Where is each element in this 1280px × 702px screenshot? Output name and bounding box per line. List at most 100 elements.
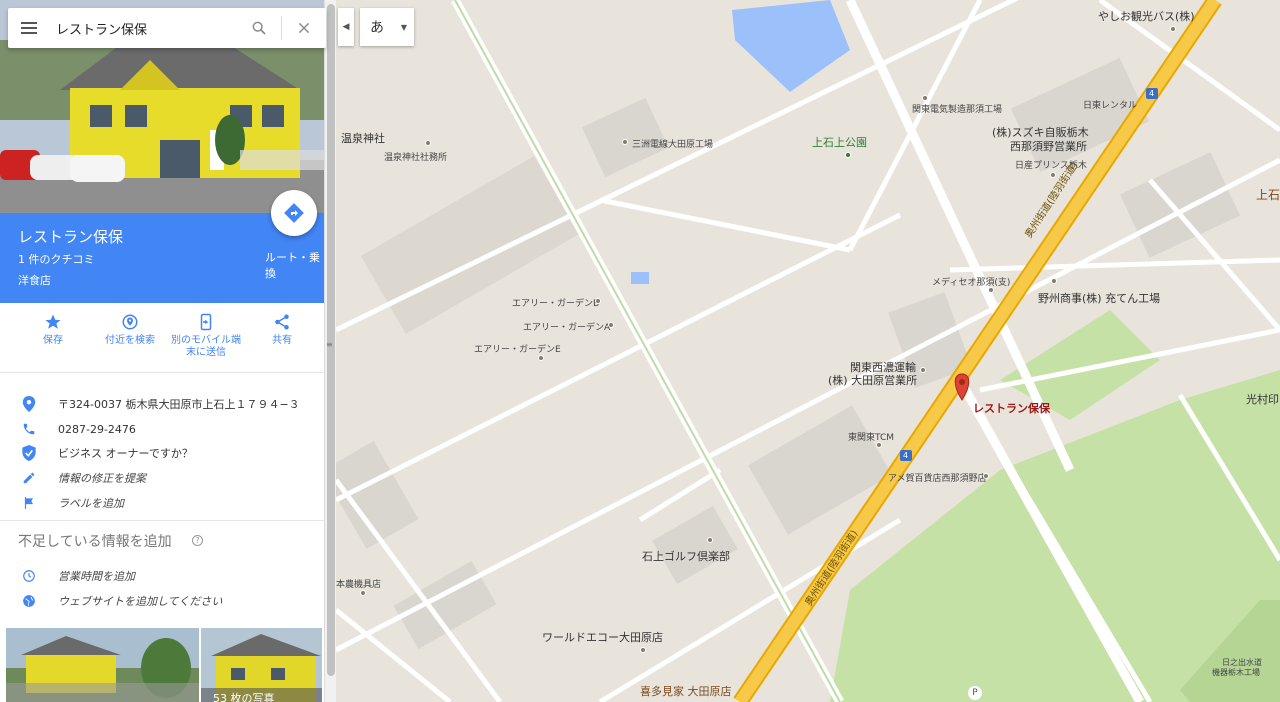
map-label[interactable]: 関東電気製造那須工場: [912, 102, 1002, 115]
help-icon[interactable]: ?: [192, 535, 203, 546]
poi-marker[interactable]: [425, 140, 431, 146]
search-icon[interactable]: [237, 8, 281, 48]
address-row[interactable]: 〒324-0037 栃木県大田原市上石上１７９４−３: [0, 392, 324, 416]
chevron-down-icon: ▼: [400, 22, 408, 32]
place-panel: レストラン保保 1 件のクチコミ 洋食店 ルート・乗換 保存 付近を検索 別のモ…: [0, 0, 324, 702]
map-label[interactable]: 温泉神社: [341, 130, 385, 146]
suggest-edit-row[interactable]: 情報の修正を提案: [0, 466, 324, 490]
input-method-label: あ: [370, 20, 384, 36]
flag-icon: [0, 496, 58, 510]
poi-marker[interactable]: [876, 442, 882, 448]
map-label[interactable]: 三洲電線大田原工場: [632, 137, 713, 150]
map-label[interactable]: メディセオ那須(支): [932, 275, 1010, 288]
search-nearby-label: 付近を検索: [105, 335, 155, 346]
map-label[interactable]: (株) 大田原営業所: [828, 372, 917, 388]
place-category[interactable]: 洋食店: [18, 272, 51, 288]
map-label[interactable]: 上石上公園: [812, 134, 867, 150]
map-label[interactable]: やしお観光バス(株): [1098, 8, 1195, 24]
add-label-text: ラベルを追加: [58, 497, 124, 510]
poi-marker[interactable]: [922, 95, 928, 101]
map-label[interactable]: 光村印: [1246, 391, 1279, 407]
input-method-button[interactable]: あ ▼: [360, 8, 414, 46]
panel-scrollbar[interactable]: [324, 0, 336, 702]
poi-marker[interactable]: [1051, 278, 1057, 284]
send-to-device-button[interactable]: 別のモバイル端 末に送信: [168, 313, 244, 359]
map-label[interactable]: 上石: [1256, 186, 1280, 203]
add-hours-row[interactable]: 営業時間を追加: [0, 564, 324, 588]
collapse-panel-button[interactable]: ◀: [338, 8, 354, 46]
map-label[interactable]: 温泉神社社務所: [384, 150, 447, 163]
verified-shield-icon: [0, 445, 58, 461]
poi-marker[interactable]: [595, 298, 601, 304]
place-title: レストラン保保: [18, 228, 124, 246]
route-number: 4: [903, 451, 909, 460]
map-label-restaurant[interactable]: レストラン保保: [973, 400, 1050, 416]
poi-marker[interactable]: [608, 322, 614, 328]
directions-icon: [284, 203, 304, 223]
poi-marker[interactable]: [920, 367, 926, 373]
claim-business-row[interactable]: ビジネス オーナーですか？: [0, 441, 324, 465]
resize-handle-icon[interactable]: ≡: [326, 340, 333, 349]
divider: [0, 520, 324, 521]
photo-thumbnail[interactable]: [6, 628, 199, 702]
action-bar: 保存 付近を検索 別のモバイル端 末に送信 共有: [0, 303, 324, 373]
park-marker[interactable]: [845, 152, 851, 158]
search-input[interactable]: レストラン保保: [50, 19, 237, 38]
photo-thumbnail[interactable]: 53 枚の写真: [201, 628, 322, 702]
add-website-row[interactable]: ウェブサイトを追加してください: [0, 589, 324, 613]
star-icon: [45, 314, 61, 329]
map-label[interactable]: 喜多見家 大田原店: [640, 683, 732, 699]
map-label[interactable]: 西那須野営業所: [1010, 138, 1087, 154]
photo-count: 53 枚の写真: [213, 692, 275, 702]
add-label-row[interactable]: ラベルを追加: [0, 491, 324, 515]
add-website-text: ウェブサイトを追加してください: [58, 595, 223, 608]
map-label[interactable]: 本農機具店: [336, 577, 381, 590]
poi-marker[interactable]: [640, 647, 646, 653]
map-label[interactable]: 石上ゴルフ倶楽部: [642, 548, 730, 564]
search-box[interactable]: レストラン保保: [8, 8, 326, 48]
add-hours-text: 営業時間を追加: [58, 570, 135, 583]
directions-button[interactable]: [271, 190, 317, 236]
share-icon: [275, 314, 289, 330]
route-number: 4: [1149, 89, 1155, 98]
map-label[interactable]: 日東レンタル: [1083, 98, 1137, 111]
phone-row[interactable]: 0287-29-2476: [0, 417, 324, 441]
save-button[interactable]: 保存: [15, 313, 91, 347]
missing-info-heading: 不足している情報を追加: [18, 534, 172, 550]
map-label[interactable]: エアリー・ガーデンA: [523, 320, 610, 333]
poi-marker[interactable]: [1170, 26, 1176, 32]
send-to-device-label-1: 別のモバイル端: [171, 335, 241, 346]
send-to-device-icon: [200, 313, 212, 331]
menu-icon[interactable]: [8, 8, 50, 48]
poi-marker[interactable]: [707, 537, 713, 543]
map-label[interactable]: 野州商事(株) 充てん工場: [1038, 290, 1160, 306]
poi-marker[interactable]: [360, 590, 366, 596]
share-label: 共有: [272, 335, 292, 346]
phone-icon: [0, 422, 58, 436]
poi-marker[interactable]: [1050, 172, 1056, 178]
phone-text: 0287-29-2476: [58, 422, 136, 436]
map-label[interactable]: エアリー・ガーデンB: [512, 296, 599, 309]
search-nearby-button[interactable]: 付近を検索: [92, 313, 168, 347]
poi-marker[interactable]: [538, 355, 544, 361]
poi-marker[interactable]: [988, 287, 994, 293]
address-text: 〒324-0037 栃木県大田原市上石上１７９４−３: [58, 398, 300, 411]
poi-marker[interactable]: [622, 139, 628, 145]
globe-icon: [0, 594, 58, 608]
claim-business-text: ビジネス オーナーですか？: [58, 447, 193, 460]
clock-icon: [0, 569, 58, 583]
map-label[interactable]: アメ賀百貨店西那須野店: [888, 471, 987, 484]
send-to-device-label-2: 末に送信: [186, 347, 226, 358]
share-button[interactable]: 共有: [244, 313, 320, 347]
directions-label[interactable]: ルート・乗換: [265, 249, 324, 281]
pencil-icon: [0, 471, 58, 485]
map-label[interactable]: ワールドエコー大田原店: [542, 629, 663, 645]
map-label[interactable]: 東関東TCM: [848, 430, 894, 443]
parking-icon[interactable]: P: [968, 686, 982, 700]
map-label[interactable]: エアリー・ガーデンE: [474, 342, 561, 355]
review-count-link[interactable]: 1 件のクチコミ: [18, 251, 95, 267]
poi-marker[interactable]: [983, 473, 989, 479]
photo-strip: 53 枚の写真: [6, 628, 322, 702]
close-icon[interactable]: [282, 8, 326, 48]
map-label[interactable]: 機器栃木工場: [1212, 667, 1260, 678]
